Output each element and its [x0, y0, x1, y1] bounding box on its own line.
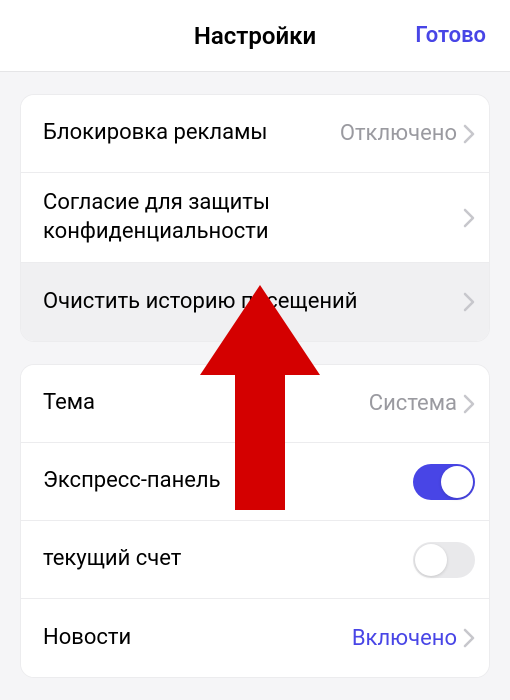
chevron-right-icon — [463, 124, 475, 144]
settings-group-2: Тема Система Экспресс-панель текущий сче… — [20, 364, 490, 678]
content: Блокировка рекламы Отключено Согласие дл… — [0, 72, 510, 678]
chevron-right-icon — [463, 394, 475, 414]
row-live-score: текущий счет — [21, 521, 489, 599]
row-theme-label: Тема — [43, 389, 369, 418]
row-news[interactable]: Новости Включено — [21, 599, 489, 677]
row-privacy-label: Согласие для защиты конфиденциальности — [43, 189, 463, 246]
toggle-knob — [441, 466, 473, 498]
toggle-live-score[interactable] — [413, 542, 475, 578]
row-theme[interactable]: Тема Система — [21, 365, 489, 443]
settings-group-1: Блокировка рекламы Отключено Согласие дл… — [20, 94, 490, 342]
row-clear-history-label: Очистить историю посещений — [43, 288, 463, 317]
header: Настройки Готово — [0, 0, 510, 72]
row-clear-history[interactable]: Очистить историю посещений — [21, 263, 489, 341]
toggle-knob — [415, 544, 447, 576]
row-speed-dial-label: Экспресс-панель — [43, 467, 413, 496]
chevron-right-icon — [463, 628, 475, 648]
toggle-speed-dial[interactable] — [413, 464, 475, 500]
row-adblock[interactable]: Блокировка рекламы Отключено — [21, 95, 489, 173]
chevron-right-icon — [463, 208, 475, 228]
row-news-label: Новости — [43, 624, 352, 653]
chevron-right-icon — [463, 292, 475, 312]
row-news-value: Включено — [352, 626, 457, 651]
row-privacy-consent[interactable]: Согласие для защиты конфиденциальности — [21, 173, 489, 263]
page-title: Настройки — [194, 22, 316, 50]
done-button[interactable]: Готово — [415, 23, 486, 48]
row-speed-dial: Экспресс-панель — [21, 443, 489, 521]
row-adblock-label: Блокировка рекламы — [43, 119, 340, 148]
row-live-score-label: текущий счет — [43, 545, 413, 574]
row-theme-value: Система — [369, 391, 457, 416]
row-adblock-value: Отключено — [340, 121, 457, 146]
